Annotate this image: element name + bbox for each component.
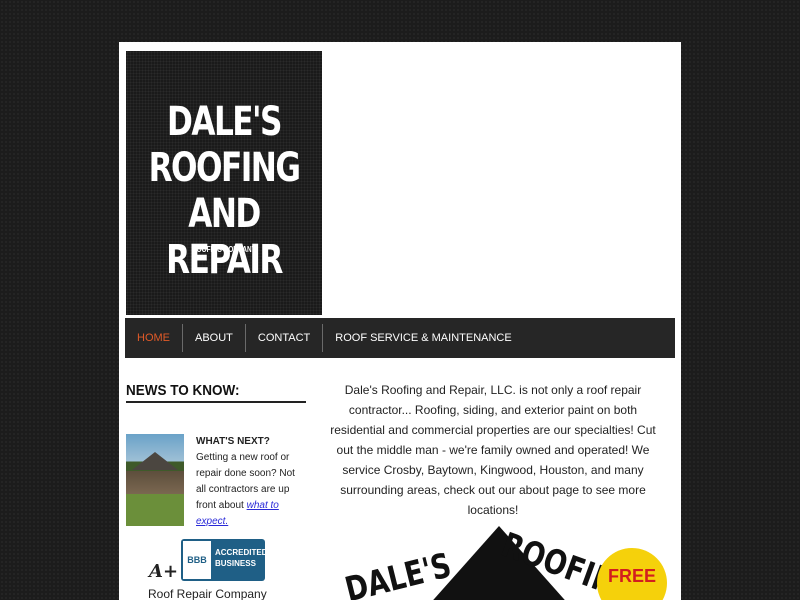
bbb-label-line-2: BUSINESS [215,559,256,568]
news-text: WHAT'S NEXT? Getting a new roof or repai… [196,434,296,530]
bbb-logo-icon: BBB [183,541,211,579]
nav-item-home[interactable]: HOME [125,324,182,352]
intro-paragraph: Dale's Roofing and Repair, LLC. is not o… [330,383,656,517]
bbb-label: ACCREDITED BUSINESS [215,547,265,569]
logo-line-2: ROOFING [148,145,301,191]
site-logo[interactable]: DALE'S ROOFING AND REPAIR ROOFING COMPAN… [126,51,322,315]
house-roof-shape [132,452,178,470]
logo-line-1: DALE'S [167,99,282,145]
news-heading: WHAT'S NEXT? [196,436,270,447]
free-badge: FREE [601,552,663,600]
free-badge-text: FREE [607,566,656,586]
roofing-banner-image: DALE'S ROOFING FREE [329,522,663,600]
nav-item-about[interactable]: ABOUT [182,324,245,352]
nav-item-roof-service[interactable]: ROOF SERVICE & MAINTENANCE [322,324,523,352]
news-section-title: NEWS TO KNOW: [126,382,306,403]
bbb-accreditation[interactable]: A+ BBB ACCREDITED BUSINESS Roof Repair C… [126,539,307,600]
bbb-badge: BBB ACCREDITED BUSINESS [181,539,265,581]
nav-item-contact[interactable]: CONTACT [244,324,322,352]
logo-line-3: AND REPAIR [166,191,283,283]
sidebar: NEWS TO KNOW: WHAT'S NEXT? Getting a new… [126,382,307,600]
news-body: Getting a new roof or repair done soon? … [196,452,295,511]
bbb-caption: Roof Repair Company [148,587,267,600]
page-container: DALE'S ROOFING AND REPAIR ROOFING COMPAN… [119,42,681,600]
logo-title: DALE'S ROOFING AND REPAIR [126,99,322,283]
bbb-grade: A+ [149,561,179,582]
house-photo [126,434,184,526]
main-navigation: HOME ABOUT CONTACT ROOF SERVICE & MAINTE… [125,318,675,358]
bbb-label-line-1: ACCREDITED [215,548,265,557]
logo-subtitle: ROOFING COMPANY [192,245,256,254]
